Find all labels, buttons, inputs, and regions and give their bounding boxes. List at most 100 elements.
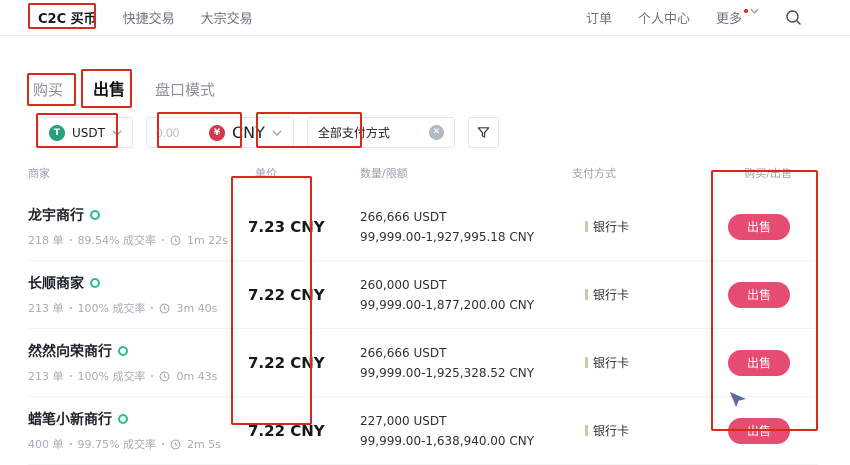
merchant-stats: 400 单 99.75% 成交率 2m 5s [28,436,240,452]
dot-separator [162,239,164,241]
payment-method-bar-icon [585,357,588,368]
merchant-stats: 213 单 100% 成交率 3m 40s [28,300,240,316]
merchant-cell: 蜡笔小新商行 400 单 99.75% 成交率 2m 5s [28,409,240,452]
usdt-icon: T [49,125,65,141]
clock-icon [170,235,181,246]
sell-button[interactable]: 出售 [728,282,790,308]
verified-merchant-icon [90,210,100,220]
merchant-name-text: 蜡笔小新商行 [28,409,112,429]
top-nav-left: C2C 买币 快捷交易 大宗交易 [38,8,253,27]
offers-table: 商家 单价 数量/限额 支付方式 购买/出售 龙宇商行 218 单 89.54%… [0,161,850,465]
order-limit: 99,999.00-1,877,200.00 CNY [360,298,572,312]
nav-more-label: 更多 [716,8,742,27]
table-row: 然然向荣商行 213 单 100% 成交率 0m 43s 7.22 CNY 26… [28,329,818,397]
col-header-action: 购买/出售 [727,165,818,181]
payment-method-label: 银行卡 [593,218,629,235]
verified-merchant-icon [118,414,128,424]
merchant-name-text: 龙宇商行 [28,205,84,225]
quantity-limit-cell: 260,000 USDT 99,999.00-1,877,200.00 CNY [360,278,572,312]
filter-funnel-button[interactable] [468,117,499,148]
completion-rate: 100% 成交率 [78,300,146,316]
tab-orderbook-mode[interactable]: 盘口模式 [155,79,215,100]
nav-item-block-trade[interactable]: 大宗交易 [201,8,253,27]
quantity-limit-cell: 227,000 USDT 99,999.00-1,638,940.00 CNY [360,414,572,448]
table-body: 龙宇商行 218 单 89.54% 成交率 1m 22s 7.23 CNY 26… [28,193,818,465]
col-header-merchant: 商家 [28,165,240,181]
payment-method-bar-icon [585,289,588,300]
tab-buy[interactable]: 购买 [33,79,63,100]
top-nav: C2C 买币 快捷交易 大宗交易 订单 个人中心 更多 [0,0,850,36]
dot-separator [151,375,153,377]
payment-method-select[interactable]: 全部支付方式 ✕ [307,117,455,148]
payment-method-label: 银行卡 [593,422,629,439]
nav-item-orders[interactable]: 订单 [586,8,612,27]
sell-button[interactable]: 出售 [728,350,790,376]
dot-separator [70,307,72,309]
merchant-name[interactable]: 然然向荣商行 [28,341,240,361]
merchant-name-text: 长顺商家 [28,273,84,293]
order-count: 213 单 [28,300,64,316]
trade-tabs: 购买 出售 盘口模式 [33,76,850,100]
crypto-select[interactable]: T USDT [38,117,133,148]
table-row: 龙宇商行 218 单 89.54% 成交率 1m 22s 7.23 CNY 26… [28,193,818,261]
order-count: 218 单 [28,232,64,248]
merchant-name[interactable]: 长顺商家 [28,273,240,293]
completion-rate: 99.75% 成交率 [78,436,156,452]
chevron-down-icon [272,130,282,136]
nav-item-more[interactable]: 更多 [716,8,759,27]
payment-method-bar-icon [585,425,588,436]
tab-sell[interactable]: 出售 [93,76,125,100]
available-amount: 260,000 USDT [360,278,572,292]
sell-button[interactable]: 出售 [728,214,790,240]
quantity-limit-cell: 266,666 USDT 99,999.00-1,925,328.52 CNY [360,346,572,380]
clear-icon[interactable]: ✕ [429,125,444,140]
merchant-name[interactable]: 蜡笔小新商行 [28,409,240,429]
price-cell: 7.22 CNY [240,286,360,304]
amount-fiat-group: ¥ CNY [146,117,294,148]
order-limit: 99,999.00-1,927,995.18 CNY [360,230,572,244]
merchant-cell: 长顺商家 213 单 100% 成交率 3m 40s [28,273,240,316]
fiat-select[interactable]: ¥ CNY [195,118,293,147]
payment-method-label: 银行卡 [593,354,629,371]
price-cell: 7.22 CNY [240,422,360,440]
action-cell: 出售 [727,350,818,376]
completion-rate: 89.54% 成交率 [78,232,156,248]
dot-separator [70,239,72,241]
completion-rate: 100% 成交率 [78,368,146,384]
price-cell: 7.22 CNY [240,354,360,372]
cny-icon: ¥ [209,125,225,141]
merchant-name[interactable]: 龙宇商行 [28,205,240,225]
action-cell: 出售 [727,418,818,444]
chevron-down-icon [750,8,759,14]
verified-merchant-icon [90,278,100,288]
dot-separator [151,307,153,309]
search-icon[interactable] [785,9,802,26]
dot-separator [70,443,72,445]
filter-bar: T USDT ¥ CNY 全部支付方式 ✕ [38,117,850,148]
nav-item-c2c[interactable]: C2C 买币 [38,8,97,27]
available-amount: 266,666 USDT [360,210,572,224]
order-count: 400 单 [28,436,64,452]
merchant-name-text: 然然向荣商行 [28,341,112,361]
release-time: 1m 22s [187,234,228,247]
top-nav-right: 订单 个人中心 更多 [586,8,802,27]
amount-input[interactable] [147,126,195,140]
payment-method-bar-icon [585,221,588,232]
release-time: 2m 5s [187,438,221,451]
clock-icon [159,303,170,314]
payment-method-cell: 银行卡 [572,422,727,439]
merchant-cell: 然然向荣商行 213 单 100% 成交率 0m 43s [28,341,240,384]
nav-item-express[interactable]: 快捷交易 [123,8,175,27]
nav-item-profile[interactable]: 个人中心 [638,8,690,27]
price-cell: 7.23 CNY [240,218,360,236]
quantity-limit-cell: 266,666 USDT 99,999.00-1,927,995.18 CNY [360,210,572,244]
merchant-cell: 龙宇商行 218 单 89.54% 成交率 1m 22s [28,205,240,248]
clock-icon [159,371,170,382]
available-amount: 227,000 USDT [360,414,572,428]
merchant-stats: 213 单 100% 成交率 0m 43s [28,368,240,384]
fiat-select-value: CNY [232,123,265,142]
dot-separator [162,443,164,445]
sell-button[interactable]: 出售 [728,418,790,444]
verified-merchant-icon [118,346,128,356]
notification-dot [744,9,748,13]
